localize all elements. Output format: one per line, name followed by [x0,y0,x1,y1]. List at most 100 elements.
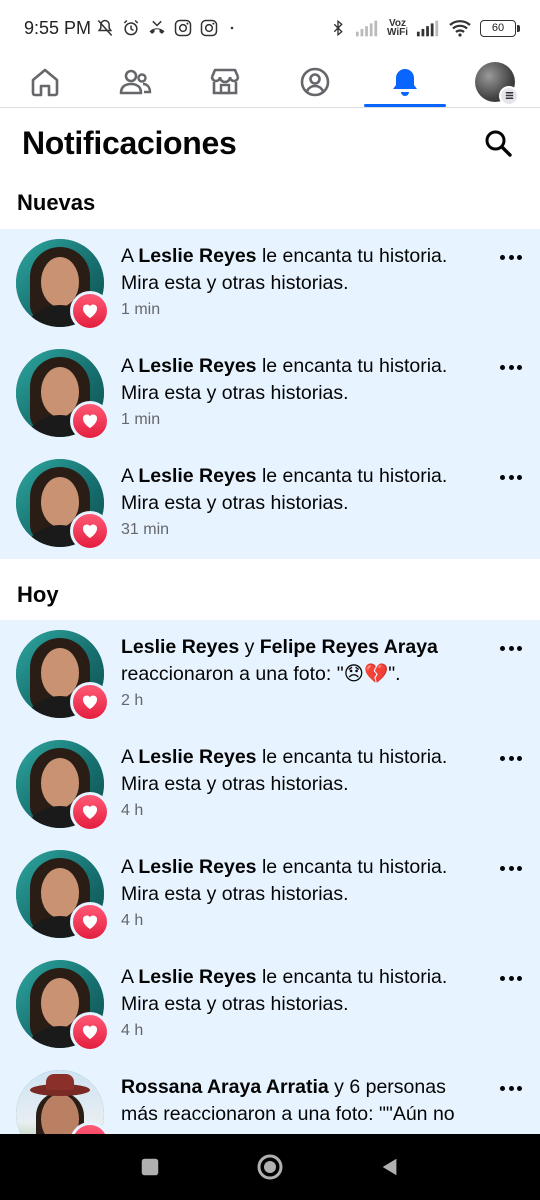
system-nav-bar [0,1134,540,1200]
status-time: 9:55 PM [24,17,92,38]
avatar [16,239,110,331]
vowifi-label: Voz WiFi [386,18,408,38]
tab-marketplace[interactable] [180,56,270,107]
recents-button[interactable] [130,1147,170,1187]
heart-reaction-icon [70,511,110,551]
bluetooth-icon [333,19,343,37]
signal-icon [355,20,378,37]
tab-notifications[interactable] [360,56,450,107]
notification-text: Rossana Araya Arratia y 6 personas más r… [121,1076,455,1125]
avatar [16,740,110,832]
notification-item[interactable]: Leslie Reyes y Felipe Reyes Araya reacci… [0,620,540,730]
avatar-menu-icon [475,61,519,106]
avatar [16,630,110,722]
avatar [16,960,110,1052]
avatar [16,1070,110,1134]
more-options-button[interactable] [498,357,524,377]
avatar [16,349,110,441]
friends-icon [119,69,152,94]
tab-menu[interactable] [450,56,540,107]
notification-time: 4 h [121,802,144,819]
actor-name: Leslie Reyes [138,856,257,878]
notification-item[interactable]: Rossana Araya Arratia y 6 personas más r… [0,1060,540,1134]
menu-lines-icon [499,85,519,106]
tab-friends[interactable] [90,56,180,107]
instagram-icon [174,19,192,37]
more-options-button[interactable] [498,638,524,658]
notification-text: A Leslie Reyes le encanta tu historia. M… [121,355,448,404]
missed-call-icon [149,20,165,34]
more-options-button[interactable] [498,858,524,878]
section-title-new: Nuevas [17,190,96,215]
notification-text: A Leslie Reyes le encanta tu historia. M… [121,465,448,514]
notification-text: A Leslie Reyes le encanta tu historia. M… [121,966,448,1015]
notification-time: 1 min [121,301,161,318]
heart-reaction-icon [70,792,110,832]
actor-name: Leslie Reyes [138,245,257,267]
actor-name: Leslie Reyes [138,966,257,988]
new-notifications-list: A Leslie Reyes le encanta tu historia. M… [0,229,540,559]
more-options-button[interactable] [498,748,524,768]
avatar [16,459,110,551]
page-header: Notificaciones [0,108,540,178]
notification-time: 4 h [121,1022,144,1039]
status-bar: 9:55 PM Voz WiFi 60 [0,0,540,56]
notification-text: Leslie Reyes y Felipe Reyes Araya reacci… [121,636,438,685]
avatar [16,850,110,942]
actor-name: Leslie Reyes [138,465,257,487]
notification-item[interactable]: A Leslie Reyes le encanta tu historia. M… [0,840,540,950]
notification-text: A Leslie Reyes le encanta tu historia. M… [121,746,448,795]
home-circle-icon [257,1154,283,1180]
more-options-button[interactable] [498,467,524,487]
home-icon [31,68,59,96]
back-triangle-icon [382,1158,397,1176]
notification-time: 31 min [121,521,170,538]
signal-icon [416,20,439,37]
notification-item[interactable]: A Leslie Reyes le encanta tu historia. M… [0,229,540,339]
back-button[interactable] [370,1147,410,1187]
tab-bar [0,56,540,108]
mute-icon [97,19,113,36]
notification-item[interactable]: A Leslie Reyes le encanta tu historia. M… [0,339,540,449]
notification-time: 4 h [121,912,144,929]
wifi-icon [449,20,471,37]
status-system-icons: Voz WiFi 60 [329,18,520,38]
notification-text: A Leslie Reyes le encanta tu historia. M… [121,245,448,294]
today-notifications-list: Leslie Reyes y Felipe Reyes Araya reacci… [0,620,540,1134]
recents-icon [141,1158,159,1176]
section-title-today: Hoy [17,582,59,607]
more-options-button[interactable] [498,247,524,267]
heart-reaction-icon [70,291,110,331]
notification-item[interactable]: A Leslie Reyes le encanta tu historia. M… [0,449,540,559]
actor-name: Rossana Araya Arratia [121,1076,329,1098]
bell-icon [393,68,417,96]
profile-icon [300,67,330,96]
notification-time: 2 h [121,692,144,709]
heart-reaction-icon [70,1012,110,1052]
notification-text: A Leslie Reyes le encanta tu historia. M… [121,856,448,905]
actor-name: Felipe Reyes Araya [259,636,438,658]
search-button[interactable] [478,123,518,163]
tab-profile[interactable] [270,56,360,107]
notification-item[interactable]: A Leslie Reyes le encanta tu historia. M… [0,730,540,840]
notification-time: 1 min [121,411,161,428]
marketplace-icon [210,68,240,94]
instagram-icon [200,19,218,37]
more-options-button[interactable] [498,1078,524,1098]
actor-name: Leslie Reyes [138,746,257,768]
alarm-icon [123,19,139,36]
actor-name: Leslie Reyes [121,636,240,658]
page-title: Notificaciones [22,124,237,161]
notification-item[interactable]: A Leslie Reyes le encanta tu historia. M… [0,950,540,1060]
battery-indicator: 60 [480,19,520,37]
tab-home[interactable] [0,56,90,107]
heart-reaction-icon [70,682,110,722]
actor-name: Leslie Reyes [138,355,257,377]
home-nav-button[interactable] [250,1147,290,1187]
heart-reaction-icon [70,401,110,441]
more-options-button[interactable] [498,968,524,988]
search-icon [485,130,512,157]
status-notification-icons [95,18,239,38]
dot-icon [230,26,234,30]
heart-reaction-icon [70,902,110,942]
